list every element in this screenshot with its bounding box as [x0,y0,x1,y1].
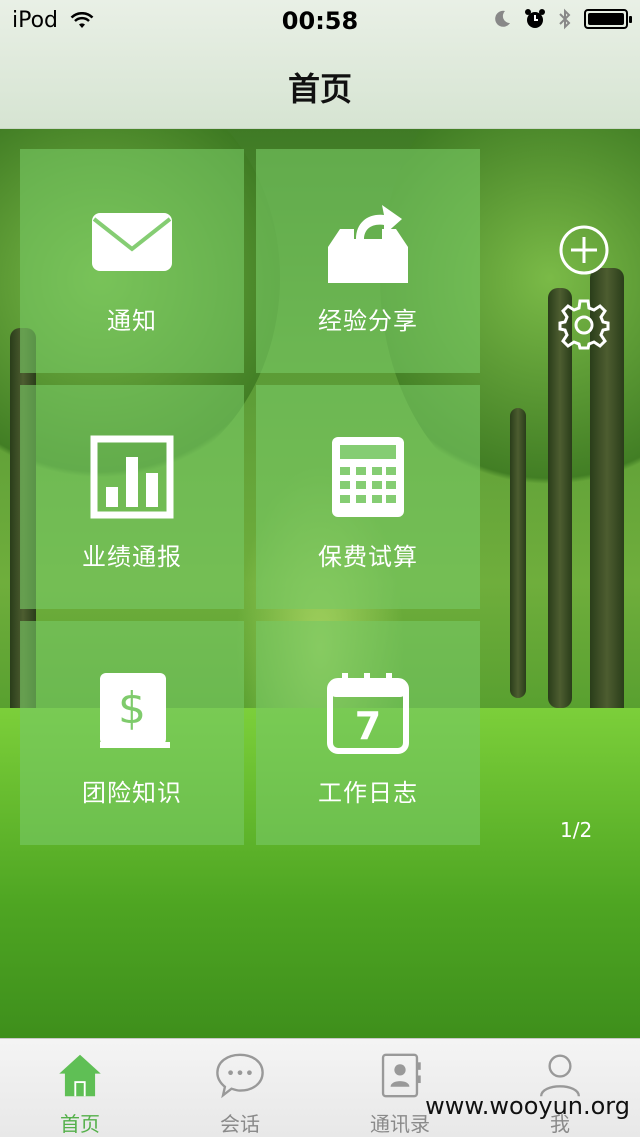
tab-home[interactable]: 首页 [0,1039,160,1137]
calendar-day: 7 [355,704,381,748]
tile-experience-share[interactable]: 经验分享 [256,149,480,373]
page-indicator: 1/2 [560,818,593,842]
tab-label: 首页 [60,1112,100,1136]
tile-notice[interactable]: 通知 [20,149,244,373]
calculator-icon [332,437,404,517]
moon-icon [495,10,510,27]
tab-contacts[interactable]: 通讯录 [320,1039,480,1137]
home-icon [59,1054,101,1097]
gear-icon[interactable] [558,298,610,350]
tile-group-insurance-knowledge[interactable]: $ 团险知识 [20,621,244,845]
tile-label: 经验分享 [318,307,418,335]
tile-performance-report[interactable]: 业绩通报 [20,385,244,609]
tab-chat[interactable]: 会话 [160,1039,320,1137]
chat-bubble-icon [216,1053,264,1099]
tile-label: 业绩通报 [82,543,182,571]
tile-label: 保费试算 [318,543,418,571]
tab-label: 会话 [220,1112,260,1136]
watermark: www.wooyun.org [425,1092,630,1120]
tile-label: 工作日志 [318,779,418,807]
status-bar: iPod 00:58 [0,0,640,40]
tree-trunk [548,288,572,708]
bluetooth-icon [559,8,571,30]
tile-label: 团险知识 [82,779,182,807]
tile-label: 通知 [107,307,157,335]
battery-icon [584,9,632,29]
envelope-icon [92,213,172,271]
tile-work-log[interactable]: 7 工作日志 [256,621,480,845]
tree-trunk [510,408,526,698]
alarm-icon [525,9,545,28]
add-circle-icon[interactable] [558,224,610,276]
tab-label: 通讯录 [370,1112,430,1136]
contacts-icon [381,1053,421,1098]
bar-chart-icon [90,435,174,519]
dollar-sign: $ [118,683,146,734]
calendar-icon: 7 [327,673,409,754]
page-title: 首页 [287,70,352,108]
tab-me[interactable]: 我 [480,1039,640,1137]
share-inbox-icon [328,205,408,283]
tab-bar: 首页 会话 通讯录 我 [0,1038,640,1137]
dollar-book-icon: $ [100,673,170,748]
tile-premium-calculator[interactable]: 保费试算 [256,385,480,609]
